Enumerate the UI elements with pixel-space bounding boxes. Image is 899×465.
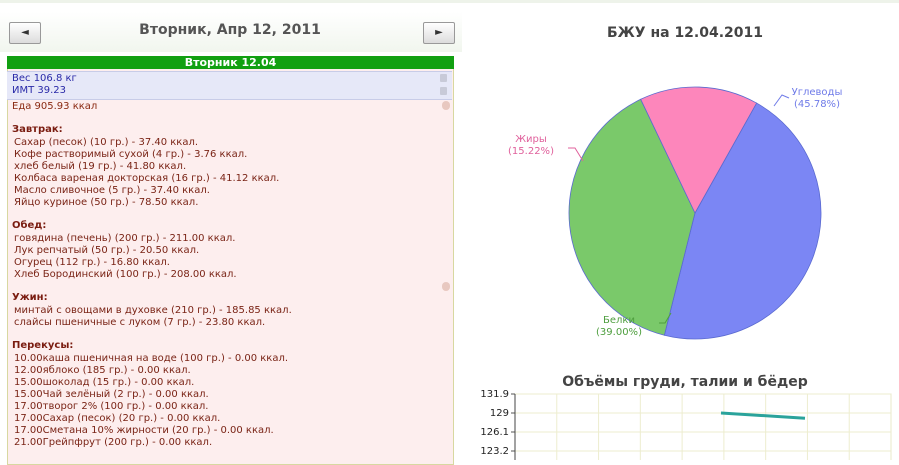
- food-edit-icon[interactable]: [442, 101, 450, 110]
- meal-item: слайсы пшеничные с луком (7 гр.) - 23.80…: [14, 317, 266, 328]
- pie-label-carbs: Углеводы (45.78%): [777, 87, 857, 111]
- slice-percent: (15.22%): [508, 146, 554, 157]
- meal-item: Лук репчатый (50 гр.) - 20.50 ккал.: [14, 245, 200, 256]
- meal-edit-icon[interactable]: [442, 282, 450, 291]
- body-stats: Вес 106.8 кг ИМТ 39.23: [7, 71, 452, 100]
- meal-title-snacks: Перекусы:: [12, 340, 74, 351]
- meal-title-breakfast: Завтрак:: [12, 124, 63, 135]
- meal-item: говядина (печень) (200 гр.) - 211.00 кка…: [14, 233, 236, 244]
- pie-label-protein: Белки (39.00%): [579, 315, 659, 339]
- next-day-button[interactable]: ►: [423, 22, 455, 44]
- date-title: Вторник, Апр 12, 2011: [139, 22, 321, 38]
- meal-item: Огурец (112 гр.) - 16.80 ккал.: [14, 257, 170, 268]
- meal-item: 17.00Сахар (песок) (20 гр.) - 0.00 ккал.: [14, 413, 221, 424]
- plot-area: [514, 393, 892, 460]
- prev-day-button[interactable]: ◄: [9, 22, 41, 44]
- pie-svg: [568, 86, 822, 340]
- series-line: [720, 411, 806, 420]
- meal-title-dinner: Ужин:: [12, 292, 48, 303]
- meal-item: Масло сливочное (5 гр.) - 37.40 ккал.: [14, 185, 210, 196]
- bmi-value: ИМТ 39.23: [12, 85, 67, 96]
- day-panel: ◄ Вторник, Апр 12, 2011 ► Вторник 12.04 …: [0, 0, 462, 465]
- line-svg: [511, 393, 892, 460]
- meal-item: минтай с овощами в духовке (210 гр.) - 1…: [14, 305, 292, 316]
- meal-item: 17.00Сметана 10% жирности (20 гр.) - 0.0…: [14, 425, 274, 436]
- meal-item: Колбаса вареная докторская (16 гр.) - 41…: [14, 173, 280, 184]
- date-navigation: ◄ Вторник, Апр 12, 2011 ►: [0, 12, 462, 52]
- edit-bmi-icon[interactable]: [440, 87, 447, 95]
- slice-name: Жиры: [515, 134, 547, 145]
- meal-item: 12.00яблоко (185 гр.) - 0.00 ккал.: [14, 365, 191, 376]
- meal-item: Хлеб Бородинский (100 гр.) - 208.00 ккал…: [14, 269, 237, 280]
- meal-item: 17.00творог 2% (100 гр.) - 0.00 ккал.: [14, 401, 209, 412]
- meal-item: Яйцо куриное (50 гр.) - 78.50 ккал.: [14, 197, 199, 208]
- slice-name: Углеводы: [791, 87, 843, 98]
- pie-label-fat: Жиры (15.22%): [491, 134, 571, 158]
- meal-title-lunch: Обед:: [12, 220, 47, 231]
- slice-percent: (45.78%): [794, 99, 840, 110]
- slice-percent: (39.00%): [596, 327, 642, 338]
- meal-item: 15.00шоколад (15 гр.) - 0.00 ккал.: [14, 377, 195, 388]
- meal-item: Сахар (песок) (10 гр.) - 37.40 ккал.: [14, 137, 199, 148]
- food-total: Еда 905.93 ккал: [12, 101, 98, 112]
- day-header: Вторник 12.04: [7, 56, 454, 69]
- meal-item: 15.00Чай зелёный (2 гр.) - 0.00 ккал.: [14, 389, 209, 400]
- meal-item: хлеб белый (19 гр.) - 41.80 ккал.: [14, 161, 187, 172]
- edit-weight-icon[interactable]: [440, 74, 447, 82]
- weight-value: Вес 106.8 кг: [12, 73, 77, 84]
- measurements-line-chart: Объёмы груди, талии и бёдер 131.9 129 12…: [471, 352, 899, 460]
- meal-item: 10.00каша пшеничная на воде (100 гр.) - …: [14, 353, 289, 364]
- slice-name: Белки: [603, 315, 635, 326]
- meal-item: 21.00Грейпфрут (200 гр.) - 0.00 ккал.: [14, 437, 213, 448]
- meal-item: Кофе растворимый сухой (4 гр.) - 3.76 кк…: [14, 149, 248, 160]
- macros-pie-chart: БЖУ на 12.04.2011 Углеводы (45.78%) Белк…: [471, 19, 899, 350]
